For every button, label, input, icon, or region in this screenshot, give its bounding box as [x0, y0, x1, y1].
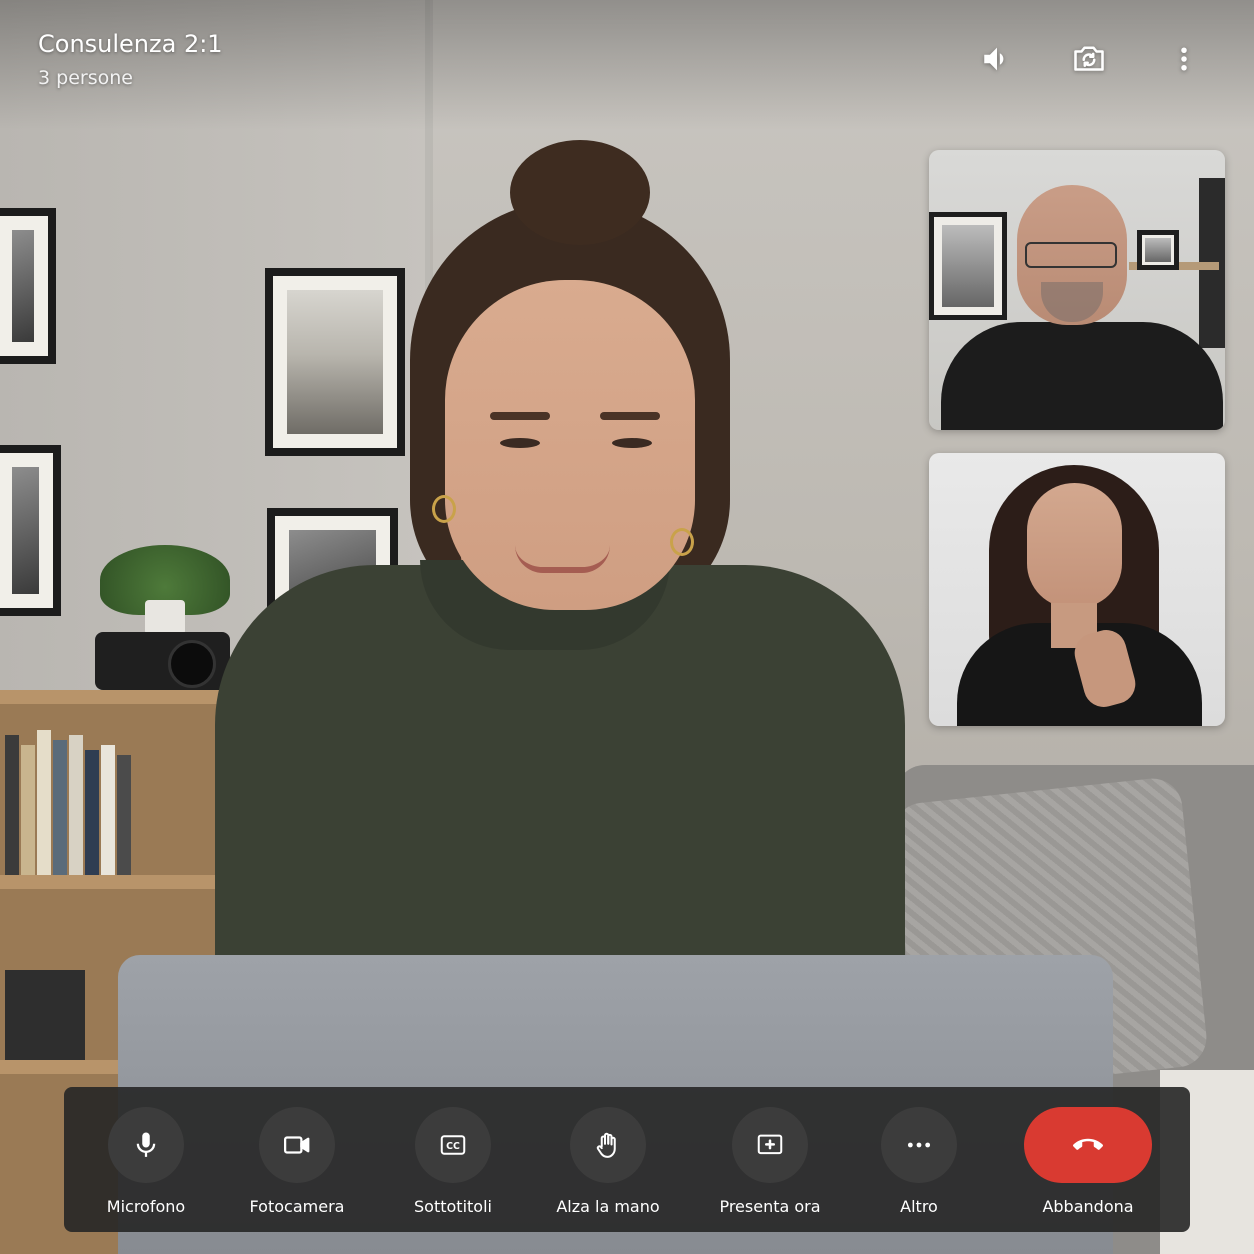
camera-label: Fotocamera	[249, 1197, 345, 1216]
more-horiz-icon[interactable]	[881, 1107, 957, 1183]
camera-button[interactable]: Fotocamera	[222, 1107, 372, 1216]
captions-button[interactable]: CC Sottotitoli	[378, 1107, 528, 1216]
raise-hand-button[interactable]: Alza la mano	[533, 1107, 683, 1216]
call-header: Consulenza 2:1 3 persone	[0, 0, 1254, 130]
microphone-label: Microfono	[106, 1197, 186, 1216]
leave-call-button[interactable]: Abbandona	[1013, 1107, 1163, 1216]
participant-count: 3 persone	[38, 67, 133, 89]
present-button[interactable]: Presenta ora	[695, 1107, 845, 1216]
hang-up-icon[interactable]	[1024, 1107, 1152, 1183]
closed-captions-icon[interactable]: CC	[415, 1107, 491, 1183]
microphone-icon[interactable]	[108, 1107, 184, 1183]
more-options-label: Altro	[900, 1197, 938, 1216]
video-call-screen: Consulenza 2:1 3 persone Microfono Fotoc…	[0, 0, 1254, 1254]
captions-label: Sottotitoli	[414, 1197, 492, 1216]
video-camera-icon[interactable]	[259, 1107, 335, 1183]
call-controls-bar: Microfono Fotocamera CC Sottotitoli Alza…	[64, 1087, 1190, 1232]
participant-tile-2[interactable]	[929, 453, 1225, 726]
participant-body	[941, 322, 1223, 430]
wall-picture	[929, 212, 1007, 320]
participant-face	[1027, 483, 1122, 608]
meeting-title: Consulenza 2:1	[38, 30, 223, 58]
svg-text:CC: CC	[446, 1141, 460, 1152]
microphone-button[interactable]: Microfono	[71, 1107, 221, 1216]
more-options-button[interactable]: Altro	[844, 1107, 994, 1216]
more-vert-icon[interactable]	[1163, 38, 1205, 80]
switch-camera-icon[interactable]	[1068, 38, 1110, 80]
present-screen-icon[interactable]	[732, 1107, 808, 1183]
raise-hand-label: Alza la mano	[556, 1197, 660, 1216]
participant-tile-1[interactable]	[929, 150, 1225, 430]
leave-call-label: Abbandona	[1042, 1197, 1134, 1216]
present-label: Presenta ora	[719, 1197, 821, 1216]
hand-icon[interactable]	[570, 1107, 646, 1183]
glasses	[1025, 242, 1117, 268]
speaker-icon[interactable]	[976, 38, 1018, 80]
